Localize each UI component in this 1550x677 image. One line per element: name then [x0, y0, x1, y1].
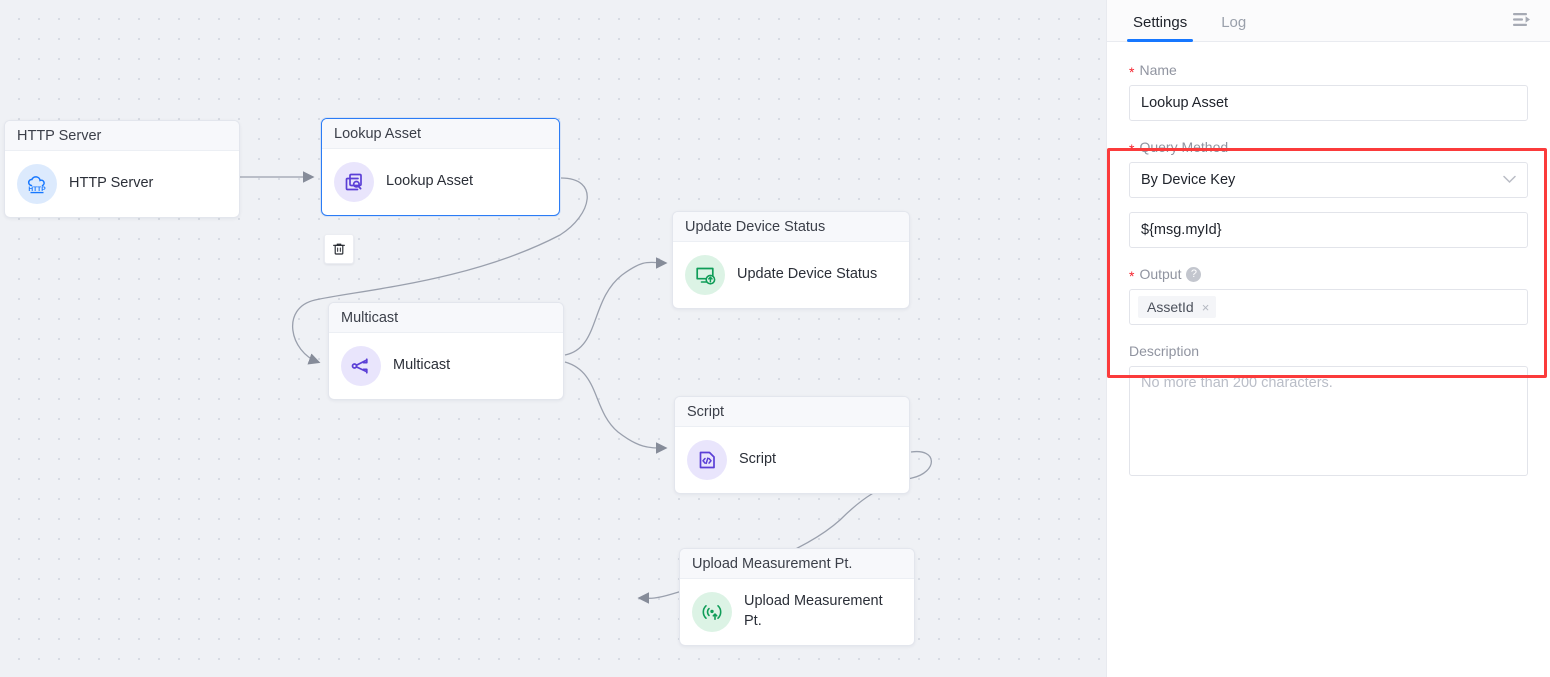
- label-text: Description: [1129, 343, 1200, 359]
- node-title: Lookup Asset: [322, 119, 559, 149]
- tab-settings[interactable]: Settings: [1126, 14, 1194, 42]
- required-asterisk: *: [1129, 268, 1135, 284]
- flow-canvas[interactable]: HTTP Server HTTP HTTP Server Lookup Asse…: [0, 0, 1106, 677]
- node-label: HTTP Server: [69, 175, 154, 192]
- required-asterisk: *: [1129, 64, 1135, 80]
- delete-node-button[interactable]: [324, 234, 354, 264]
- field-query-method: * Query Method By Device Key: [1129, 139, 1528, 198]
- http-cloud-icon: HTTP: [17, 164, 57, 204]
- node-lookup-asset[interactable]: Lookup Asset Lookup Asset: [321, 118, 560, 216]
- label-text: Output: [1139, 266, 1182, 282]
- label-output: * Output ?: [1129, 266, 1528, 284]
- node-multicast[interactable]: Multicast Multicast: [328, 302, 564, 400]
- close-icon[interactable]: ×: [1202, 301, 1210, 314]
- chevron-down-icon: [1503, 173, 1516, 187]
- node-http-server[interactable]: HTTP Server HTTP HTTP Server: [4, 120, 240, 218]
- node-title: Script: [675, 397, 909, 427]
- tab-log[interactable]: Log: [1219, 14, 1248, 41]
- node-label: Update Device Status: [737, 266, 878, 283]
- field-description: Description: [1129, 343, 1528, 481]
- node-title: Multicast: [329, 303, 563, 333]
- name-input[interactable]: [1129, 85, 1528, 121]
- output-tags-input[interactable]: AssetId ×: [1129, 289, 1528, 325]
- query-value-input[interactable]: [1129, 212, 1528, 248]
- settings-panel: Settings Log * Name Lookup Asset * Query…: [1106, 0, 1550, 677]
- label-text: Name: [1139, 62, 1177, 78]
- edge-multicast-to-update: [564, 257, 668, 356]
- output-tag-label: AssetId: [1147, 299, 1194, 315]
- panel-tab-bar: Settings Log: [1107, 0, 1550, 42]
- node-title: Upload Measurement Pt.: [680, 549, 914, 579]
- update-device-status-icon: [685, 255, 725, 295]
- query-method-value: By Device Key: [1141, 172, 1236, 188]
- node-body: Lookup Asset: [322, 149, 559, 215]
- node-upload-measurement-point[interactable]: Upload Measurement Pt. Upload Measuremen…: [679, 548, 915, 646]
- node-body: Multicast: [329, 333, 563, 399]
- node-title: Update Device Status: [673, 212, 909, 242]
- description-textarea[interactable]: [1129, 366, 1528, 476]
- node-label: Multicast: [393, 357, 451, 374]
- node-settings-form: * Name * Query Method By Device Key: [1107, 42, 1550, 481]
- lookup-asset-icon: [334, 162, 374, 202]
- output-tag[interactable]: AssetId ×: [1138, 296, 1217, 318]
- field-output: * Output ? AssetId ×: [1129, 266, 1528, 325]
- script-code-icon: [687, 440, 727, 480]
- field-query-value: [1129, 212, 1528, 248]
- field-name: * Name: [1129, 62, 1528, 121]
- node-body: Script: [675, 427, 909, 493]
- node-label: Lookup Asset: [386, 173, 474, 190]
- label-query-method: * Query Method: [1129, 139, 1528, 157]
- node-script[interactable]: Script Script: [674, 396, 910, 494]
- collapse-panel-icon[interactable]: [1510, 8, 1534, 32]
- flow-editor: HTTP Server HTTP HTTP Server Lookup Asse…: [0, 0, 1550, 677]
- node-body: Update Device Status: [673, 242, 909, 308]
- label-text: Query Method: [1139, 139, 1229, 155]
- question-mark-icon[interactable]: ?: [1186, 266, 1202, 282]
- node-title: HTTP Server: [5, 121, 239, 151]
- query-method-select[interactable]: By Device Key: [1129, 162, 1528, 198]
- label-name: * Name: [1129, 62, 1528, 80]
- edge-multicast-to-script: [564, 361, 668, 454]
- node-body: Upload Measurement Pt.: [680, 579, 914, 645]
- trash-icon: [333, 243, 345, 255]
- node-update-device-status[interactable]: Update Device Status Update Device Statu…: [672, 211, 910, 309]
- multicast-share-icon: [341, 346, 381, 386]
- label-description: Description: [1129, 343, 1528, 359]
- required-asterisk: *: [1129, 141, 1135, 157]
- node-label: Script: [739, 451, 777, 468]
- node-body: HTTP HTTP Server: [5, 151, 239, 217]
- node-label: Upload Measurement Pt.: [744, 593, 883, 629]
- upload-measurement-icon: [692, 592, 732, 632]
